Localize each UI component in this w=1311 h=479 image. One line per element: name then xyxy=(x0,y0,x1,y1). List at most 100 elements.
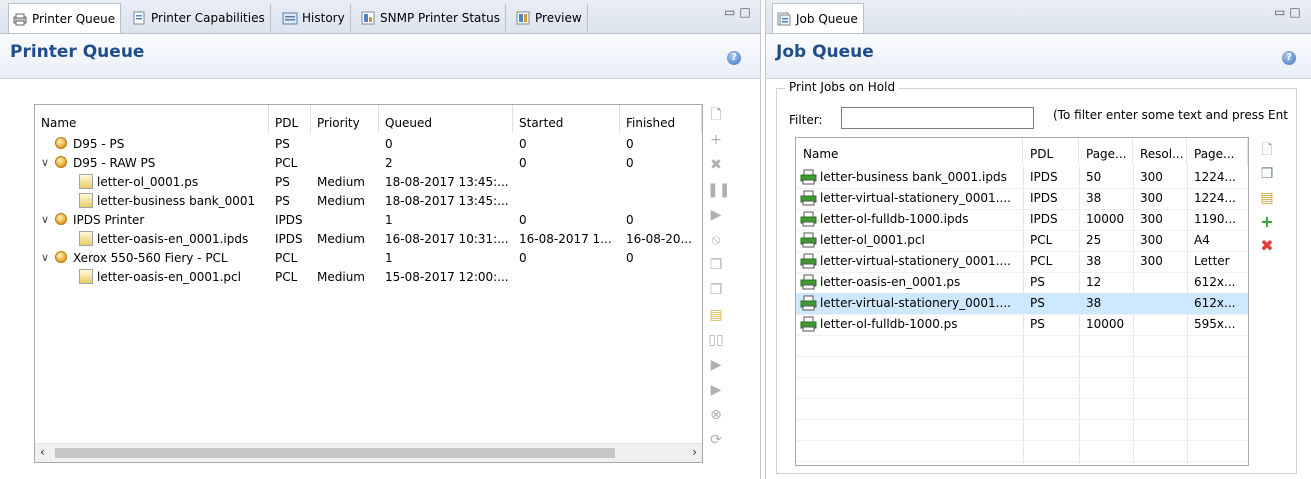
column-queued[interactable]: Queued xyxy=(379,105,513,133)
cell-name: letter-ol_0001.ps xyxy=(97,175,199,189)
cell-pages: 38 xyxy=(1086,191,1102,205)
column-pdl[interactable]: PDL xyxy=(269,105,311,133)
scroll-right-icon[interactable]: › xyxy=(692,445,697,459)
filter-hint: (To filter enter some text and press Ent xyxy=(1053,108,1288,122)
job-row[interactable]: letter-virtual-stationery_0001.... PS 38 61… xyxy=(796,293,1248,315)
horizontal-scrollbar[interactable]: ‹ › xyxy=(35,443,702,462)
copy-icon[interactable]: ❐ xyxy=(707,256,725,274)
resume2-icon[interactable]: ▶ xyxy=(707,381,725,399)
column-started[interactable]: Started xyxy=(513,105,620,133)
filter-input[interactable] xyxy=(841,107,1034,129)
column-page-size[interactable]: Page... xyxy=(1187,138,1248,166)
tab-preview[interactable]: Preview xyxy=(512,4,588,32)
add-icon[interactable]: + xyxy=(707,131,725,149)
cell-name: letter-virtual-stationery_0001.... xyxy=(820,191,1011,205)
scroll-left-icon[interactable]: ‹ xyxy=(40,445,45,459)
tree-row[interactable]: ∨ Xerox 550-560 Fiery - PCL PCL 1 0 0 xyxy=(35,249,702,267)
snmp-icon xyxy=(361,11,375,25)
expand-chevron-icon[interactable]: ∨ xyxy=(40,154,50,172)
cell-res xyxy=(1140,314,1185,335)
window-controls[interactable]: ▭□ xyxy=(1274,5,1305,19)
empty-row xyxy=(796,398,1248,420)
printer-queue-tree[interactable]: Name PDL Priority Queued Started Finishe… xyxy=(34,104,703,463)
capabilities-icon xyxy=(133,11,145,25)
help-icon[interactable]: ? xyxy=(1282,51,1296,65)
tab-printer-queue[interactable]: Printer Queue xyxy=(8,3,122,33)
tab-job-queue[interactable]: Job Queue xyxy=(772,3,864,33)
tree-row[interactable]: letter-business bank_0001 PS Medium 18-08-2… xyxy=(35,192,702,210)
expand-chevron-icon[interactable]: ∨ xyxy=(40,211,50,229)
cell-queued: 15-08-2017 12:00:... xyxy=(385,270,509,284)
play-icon[interactable]: ▶ xyxy=(707,206,725,224)
minimize-icon[interactable]: ▭ xyxy=(724,5,739,19)
tree-row[interactable]: D95 - PS PS 0 0 0 xyxy=(35,135,702,153)
remove-doc-icon[interactable]: ⊗ xyxy=(707,406,725,424)
refresh-icon[interactable]: ⟳ xyxy=(707,431,725,449)
cell-queued: 0 xyxy=(385,137,393,151)
tab-printer-capabilities[interactable]: Printer Capabilities xyxy=(128,4,271,32)
window-controls[interactable]: ▭□ xyxy=(724,5,755,19)
job-queue-table[interactable]: Name PDL Page... Resol... Page... letter… xyxy=(795,137,1249,466)
cell-name: D95 - PS xyxy=(73,137,125,151)
expand-chevron-icon[interactable]: ∨ xyxy=(40,249,50,267)
column-resolution[interactable]: Resol... xyxy=(1133,138,1187,166)
move-doc-icon[interactable]: ▤ xyxy=(707,306,725,324)
cell-pdl: PS xyxy=(275,194,290,208)
tab-history[interactable]: History xyxy=(279,4,351,32)
copy2-icon[interactable]: ❐ xyxy=(707,281,725,299)
cell-name: letter-business bank_0001.ipds xyxy=(820,170,1007,184)
tree-row[interactable]: ∨ IPDS Printer IPDS 1 0 0 xyxy=(35,211,702,229)
tree-row[interactable]: letter-oasis-en_0001.ipds IPDS Medium 16-08… xyxy=(35,230,702,248)
cell-priority: Medium xyxy=(317,232,365,246)
cell-pages: 12 xyxy=(1086,275,1102,289)
print-job-doc-icon xyxy=(79,231,93,246)
job-row[interactable]: letter-oasis-en_0001.ps PS 12 612x... xyxy=(796,272,1248,294)
job-row[interactable]: letter-ol_0001.pcl PCL 25 300 A4 xyxy=(796,230,1248,252)
delete-icon[interactable]: ✖ xyxy=(707,156,725,174)
column-priority[interactable]: Priority xyxy=(311,105,379,133)
delete-icon[interactable]: ✖ xyxy=(1258,237,1276,255)
pause-icon[interactable]: ❚❚ xyxy=(707,181,730,199)
minimize-icon[interactable]: ▭ xyxy=(1274,5,1289,19)
column-name[interactable]: Name xyxy=(796,138,1023,166)
cell-size: 1190... xyxy=(1194,212,1236,226)
new-doc-icon[interactable]: 🗋 xyxy=(1258,141,1276,159)
copy-icon[interactable]: ❐ xyxy=(1258,165,1276,183)
job-row[interactable]: letter-business bank_0001.ipds IPDS 50 300 1… xyxy=(796,167,1248,189)
cell-pdl: PS xyxy=(1030,317,1045,331)
cell-finished: 0 xyxy=(626,251,634,265)
column-finished[interactable]: Finished xyxy=(620,105,702,133)
maximize-icon[interactable]: □ xyxy=(1289,5,1304,19)
job-row[interactable]: letter-ol-fulldb-1000.ps PS 10000 595x... xyxy=(796,314,1248,336)
column-pdl[interactable]: PDL xyxy=(1023,138,1079,166)
cell-name: letter-oasis-en_0001.ipds xyxy=(97,232,249,246)
add-icon[interactable]: + xyxy=(1258,213,1276,231)
cell-pdl: IPDS xyxy=(1030,170,1058,184)
column-pages[interactable]: Page... xyxy=(1079,138,1133,166)
pause2-icon[interactable]: ▯▯ xyxy=(707,331,725,349)
tree-row[interactable]: letter-oasis-en_0001.pcl PCL Medium 15-08-2… xyxy=(35,268,702,286)
cell-priority xyxy=(317,249,379,267)
cell-pdl: IPDS xyxy=(275,213,303,227)
cell-pdl: IPDS xyxy=(1030,212,1058,226)
cell-size: 612x... xyxy=(1194,296,1236,310)
scroll-thumb[interactable] xyxy=(55,448,615,458)
tab-snmp-printer-status[interactable]: SNMP Printer Status xyxy=(357,4,506,32)
tree-row[interactable]: ∨ D95 - RAW PS PCL 2 0 0 xyxy=(35,154,702,172)
cell-pdl: PCL xyxy=(1030,254,1053,268)
cell-queued: 18-08-2017 13:45:... xyxy=(385,194,509,208)
cell-res xyxy=(1140,272,1185,293)
print-job-icon xyxy=(800,253,817,269)
column-name[interactable]: Name xyxy=(35,105,269,133)
resume-icon[interactable]: ▶ xyxy=(707,356,725,374)
job-row[interactable]: letter-virtual-stationery_0001.... PCL 38 3… xyxy=(796,251,1248,273)
job-row[interactable]: letter-virtual-stationery_0001.... IPDS 38… xyxy=(796,188,1248,210)
cancel-icon[interactable]: ⦸ xyxy=(707,231,725,249)
job-row[interactable]: letter-ol-fulldb-1000.ipds IPDS 10000 300 11… xyxy=(796,209,1248,231)
properties-icon[interactable]: ▤ xyxy=(1258,189,1276,207)
new-doc-icon[interactable]: 🗋 xyxy=(707,106,725,124)
maximize-icon[interactable]: □ xyxy=(739,5,754,19)
tree-row[interactable]: letter-ol_0001.ps PS Medium 18-08-2017 13:4… xyxy=(35,173,702,191)
help-icon[interactable]: ? xyxy=(727,51,741,65)
cell-finished: 0 xyxy=(626,156,634,170)
